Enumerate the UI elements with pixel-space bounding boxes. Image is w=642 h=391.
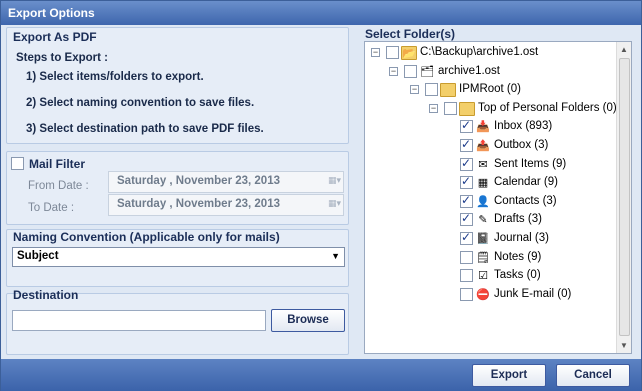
export-options-window: Export Options 1 Export As PDF Steps to … (0, 0, 642, 391)
folder-label: Journal (3) (494, 232, 549, 244)
destination-title: Destination (13, 288, 79, 302)
folder-checkbox[interactable] (460, 230, 473, 245)
step-1: 1) Select items/folders to export. (26, 71, 204, 83)
naming-convention-title: Naming Convention (Applicable only for m… (13, 230, 280, 244)
folder-checkbox[interactable] (460, 137, 473, 152)
chevron-down-icon: ▼ (331, 251, 340, 261)
folder-tree-item[interactable]: ✉ Sent Items (9) (365, 156, 615, 174)
folder-checkbox[interactable] (460, 211, 473, 227)
to-date-value: Saturday , November 23, 2013 (117, 198, 280, 210)
folder-tree-item[interactable]: 📤 Outbox (3) (365, 137, 615, 155)
folder-checkbox[interactable] (386, 46, 399, 59)
steps-title: Steps to Export : (16, 52, 109, 64)
browse-button[interactable]: Browse (271, 309, 345, 332)
to-date-label: To Date : (28, 202, 75, 214)
calendar-icon: ▦ (477, 177, 489, 190)
from-date-label: From Date : (28, 180, 89, 192)
contacts-icon: 👤 (476, 195, 490, 208)
folder-checkbox[interactable] (460, 193, 473, 208)
scroll-down-icon[interactable]: ▼ (620, 341, 628, 350)
folder-tree-item[interactable]: ✎ Drafts (3) (365, 211, 615, 229)
folder-label: IPMRoot (0) (459, 83, 521, 96)
calendar-dropdown-icon[interactable]: ▦▾ (321, 198, 341, 212)
folder-checkbox[interactable] (460, 269, 473, 283)
naming-convention-select[interactable]: Subject ▼ (12, 247, 345, 267)
folder-label: Tasks (0) (494, 269, 541, 282)
folder-label: Junk E-mail (0) (494, 287, 572, 300)
folder-checkbox[interactable] (460, 118, 473, 134)
calendar-dropdown-icon[interactable]: ▦▾ (321, 175, 341, 189)
folder-tree-item[interactable]: 📥 Inbox (893) (365, 118, 615, 136)
junk-email-icon: ⛔ (476, 288, 490, 301)
cancel-button[interactable]: Cancel (556, 364, 630, 387)
scroll-up-icon[interactable]: ▲ (620, 45, 628, 54)
step-2: 2) Select naming convention to save file… (26, 97, 255, 109)
folder-tree[interactable]: − 📂 C:\Backup\archive1.ost − 🗂 archive1.ost − I… (364, 41, 632, 354)
folder-checkbox[interactable] (460, 287, 473, 301)
export-as-pdf-group: Export As PDF Steps to Export : 1) Selec… (6, 27, 349, 144)
export-button[interactable]: Export (472, 364, 546, 387)
folder-checkbox[interactable] (444, 101, 457, 115)
folder-checkbox[interactable] (404, 64, 417, 78)
tasks-icon: ☑ (478, 270, 488, 283)
folder-label: Top of Personal Folders (0) (478, 101, 617, 114)
folder-checkbox[interactable] (460, 174, 473, 190)
sent-items-icon: ✉ (478, 158, 488, 171)
folder-label: archive1.ost (438, 64, 501, 77)
from-date-value: Saturday , November 23, 2013 (117, 175, 280, 187)
select-folders-title: Select Folder(s) (365, 27, 456, 41)
folder-tree-item[interactable]: 📓 Journal (3) (365, 230, 615, 248)
folder-tree-item[interactable]: ☑ Tasks (0) (365, 267, 615, 285)
folder-panel: Select Folder(s) − 📂 C:\Backup\archive1.os… (362, 27, 634, 355)
folder-checkbox[interactable] (425, 83, 438, 97)
folder-tree-item[interactable]: 👤 Contacts (3) (365, 193, 615, 211)
from-date-picker[interactable]: Saturday , November 23, 2013 ▦▾ (108, 171, 344, 193)
mail-filter-group: Mail Filter From Date : Saturday , Novem… (6, 151, 349, 225)
scroll-thumb[interactable] (619, 58, 630, 336)
folder-tree-item[interactable]: − 🗂 archive1.ost (365, 63, 615, 81)
folder-label: Outbox (3) (494, 139, 549, 151)
window-title: Export Options (1, 1, 641, 25)
folder-icon (440, 83, 456, 98)
folder-label: Sent Items (9) (494, 157, 567, 170)
folder-label: Calendar (9) (494, 176, 558, 189)
destination-group: Destination Browse (6, 288, 349, 355)
export-group-title: Export As PDF (13, 30, 97, 44)
naming-convention-value: Subject (17, 250, 59, 262)
folder-label: C:\Backup\archive1.ost (420, 46, 539, 58)
outbox-icon: 📤 (476, 140, 490, 152)
folder-label: Drafts (3) (494, 213, 542, 226)
destination-path-input[interactable] (12, 310, 266, 331)
folder-label: Notes (9) (494, 250, 542, 263)
naming-convention-group: Naming Convention (Applicable only for m… (6, 229, 349, 287)
folder-tree-item[interactable]: ⛔ Junk E-mail (0) (365, 286, 615, 304)
collapse-icon[interactable]: − (371, 48, 380, 57)
vertical-scrollbar[interactable]: ▲ ▼ (616, 42, 631, 353)
pst-file-icon: 🗂 (420, 65, 434, 78)
notes-icon: 🗒 (476, 251, 490, 264)
open-folder-icon: 📂 (401, 46, 417, 60)
folder-tree-item[interactable]: 🗒 Notes (9) (365, 249, 615, 267)
to-date-picker[interactable]: Saturday , November 23, 2013 ▦▾ (108, 194, 344, 216)
folder-tree-item[interactable]: ▦ Calendar (9) (365, 174, 615, 192)
collapse-icon[interactable]: − (429, 103, 438, 113)
folder-label: Inbox (893) (494, 120, 553, 133)
collapse-icon[interactable]: − (389, 66, 398, 76)
journal-icon: 📓 (476, 233, 490, 245)
mail-filter-checkbox[interactable] (11, 157, 24, 170)
mail-filter-label: Mail Filter (29, 157, 86, 171)
folder-tree-item[interactable]: − Top of Personal Folders (0) (365, 100, 617, 118)
collapse-icon[interactable]: − (410, 85, 419, 95)
footer-bar: Export Cancel (1, 359, 641, 391)
folder-checkbox[interactable] (460, 250, 473, 264)
folder-checkbox[interactable] (460, 156, 473, 171)
inbox-icon: 📥 (476, 121, 490, 134)
step-3: 3) Select destination path to save PDF f… (26, 123, 264, 135)
folder-label: Contacts (3) (494, 194, 557, 207)
folder-tree-item[interactable]: − IPMRoot (0) (365, 81, 615, 99)
folder-icon (459, 101, 475, 116)
left-panel: Export As PDF Steps to Export : 1) Selec… (6, 27, 355, 355)
drafts-icon: ✎ (478, 214, 488, 227)
folder-tree-item[interactable]: − 📂 C:\Backup\archive1.ost (365, 44, 615, 62)
